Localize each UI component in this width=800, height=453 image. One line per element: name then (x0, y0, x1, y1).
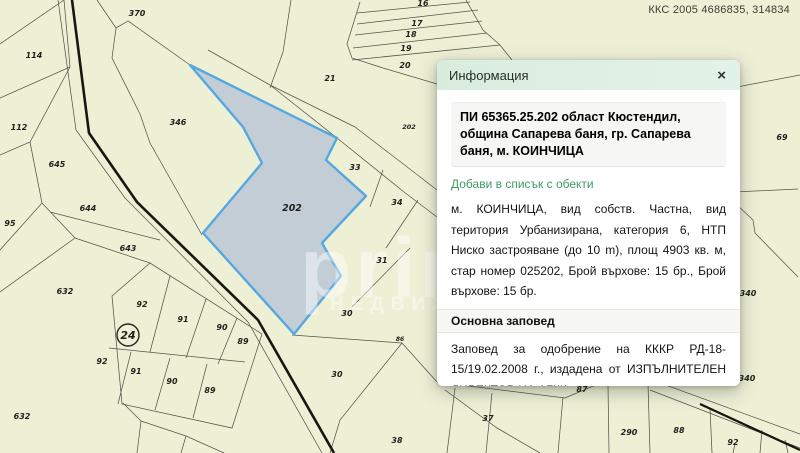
parcel-label-17: 17 (411, 19, 423, 28)
parcel-label-340: 340 (739, 374, 756, 383)
main-order-text: Заповед за одобрение на КККР РД-18-15/19… (451, 339, 726, 387)
parcel-label-290: 290 (621, 428, 638, 437)
parcel-label-89: 89 (237, 337, 249, 346)
parcel-label-30: 30 (331, 370, 343, 379)
coordinate-readout: ККС 2005 4686835, 314834 (648, 4, 790, 16)
parcel-label-340: 340 (740, 289, 757, 298)
parcel-label-89: 89 (204, 386, 216, 395)
parcel-label-346: 346 (170, 118, 187, 127)
parcel-description: м. КОИНЧИЦА, вид собств. Частна, вид тер… (451, 199, 726, 302)
parcel-label-114: 114 (26, 51, 43, 60)
parcel-label-370: 370 (129, 9, 146, 18)
parcel-label-112: 112 (11, 123, 28, 132)
parcel-label-92: 92 (727, 438, 739, 447)
parcel-label-31: 31 (376, 256, 387, 265)
parcel-label-21: 21 (324, 74, 335, 83)
parcel-label-87: 87 (576, 385, 588, 394)
parcel-label-632: 632 (14, 412, 31, 421)
parcel-label-18: 18 (405, 30, 417, 39)
add-to-list-link[interactable]: Добави в списък с обекти (451, 177, 594, 191)
parcel-title: ПИ 65365.25.202 област Кюстендил, община… (451, 102, 726, 167)
parcel-label-30: 30 (341, 309, 353, 318)
parcel-label-202: 202 (402, 123, 416, 131)
parcel-label-16: 16 (417, 0, 429, 8)
parcel-label-88: 88 (673, 426, 685, 435)
info-panel: Информация × ПИ 65365.25.202 област Кюст… (437, 60, 740, 386)
parcel-label-90: 90 (216, 323, 228, 332)
parcel-label-95: 95 (4, 219, 16, 228)
parcel-label-34: 34 (391, 198, 403, 207)
parcel-label-90: 90 (166, 377, 178, 386)
svg-text:24: 24 (120, 329, 135, 342)
parcel-label-38: 38 (391, 436, 403, 445)
parcel-label-91: 91 (177, 315, 188, 324)
info-panel-title: Информация (449, 68, 529, 83)
section-main-order: Основна заповед (437, 309, 740, 333)
parcel-label-91: 91 (130, 367, 141, 376)
parcel-label-632: 632 (57, 287, 74, 296)
parcel-label-645: 645 (49, 160, 66, 169)
parcel-label-19: 19 (400, 44, 412, 53)
parcel-label-202: 202 (282, 203, 302, 214)
parcel-label-644: 644 (80, 204, 97, 213)
parcel-label-37: 37 (482, 414, 494, 423)
info-panel-body: ПИ 65365.25.202 област Кюстендил, община… (437, 90, 740, 386)
close-icon[interactable]: × (715, 68, 728, 83)
info-panel-header: Информация × (437, 60, 740, 90)
parcel-label-20: 20 (399, 61, 411, 70)
parcel-label-92: 92 (136, 300, 148, 309)
parcel-label-92: 92 (96, 357, 108, 366)
parcel-label-643: 643 (120, 244, 137, 253)
parcel-label-69: 69 (776, 133, 788, 142)
parcel-label-86: 86 (396, 336, 404, 343)
parcel-label-33: 33 (349, 163, 361, 172)
